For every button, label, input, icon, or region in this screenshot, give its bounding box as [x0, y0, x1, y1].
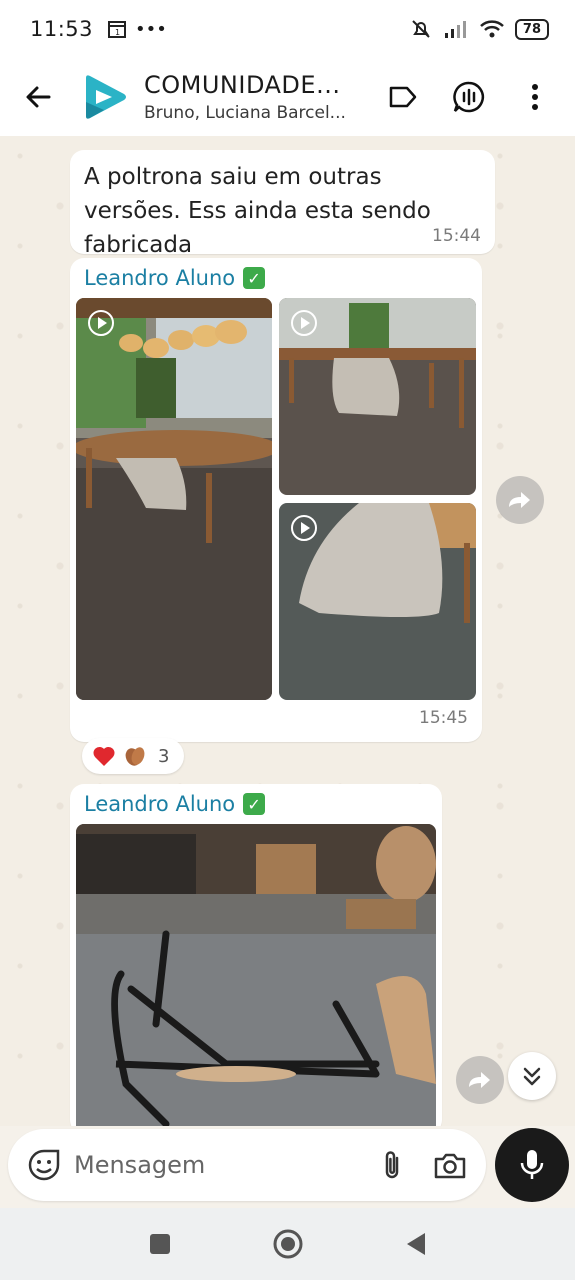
scroll-to-bottom-button[interactable] [508, 1052, 556, 1100]
message-text: A poltrona saiu em outras versões. Ess a… [84, 164, 431, 258]
video-play-icon [291, 515, 317, 541]
sticker-button[interactable] [22, 1143, 66, 1187]
microphone-icon [520, 1150, 544, 1179]
forward-button[interactable] [456, 1056, 504, 1104]
calendar-notification-icon: 1 [108, 21, 127, 38]
camera-button[interactable] [428, 1143, 472, 1187]
more-options-button[interactable] [513, 75, 557, 119]
arrow-left-icon [26, 86, 51, 108]
media-message[interactable]: Leandro Aluno ✓ [70, 784, 442, 1126]
paperclip-icon [385, 1151, 399, 1179]
label-tag-icon [389, 86, 417, 108]
check-mark-emoji-icon: ✓ [243, 267, 266, 289]
media-thumbnail[interactable] [76, 298, 272, 700]
signal-icon [444, 21, 466, 38]
voice-chat-button[interactable] [447, 75, 491, 119]
sticker-smiley-icon [28, 1149, 60, 1181]
play-logo-icon [86, 75, 126, 119]
attach-button[interactable] [370, 1143, 414, 1187]
message-input[interactable] [74, 1151, 344, 1179]
message-time: 15:44 [432, 226, 481, 246]
status-notification-icons: 1 ••• [107, 19, 167, 40]
chat-title: COMUNIDADE... [144, 71, 341, 99]
table-room-image [76, 298, 272, 700]
double-chevron-down-icon [523, 1067, 541, 1086]
svg-text:1: 1 [115, 28, 120, 37]
status-bar: 11:53 1 ••• 78 [0, 0, 575, 58]
voice-record-button[interactable] [495, 1128, 569, 1202]
heart-emoji-icon [93, 746, 115, 766]
clapping-hands-emoji-icon [125, 747, 145, 766]
status-time: 11:53 [30, 17, 94, 41]
sender-name: Leandro Aluno [84, 792, 236, 816]
label-button[interactable] [381, 75, 425, 119]
video-play-icon [88, 310, 114, 336]
message-bubble[interactable]: A poltrona saiu em outras versões. Ess a… [70, 150, 495, 258]
group-avatar[interactable] [78, 70, 132, 124]
system-navigation-bar [0, 1208, 575, 1280]
check-mark-emoji-icon: ✓ [243, 793, 266, 815]
media-thumbnail[interactable] [279, 298, 476, 495]
chat-header: COMUNIDADE... Bruno, Luciana Barcel... [0, 58, 575, 136]
system-back-button[interactable] [396, 1224, 436, 1264]
message-composer [8, 1129, 486, 1201]
forward-button[interactable] [496, 476, 544, 524]
forward-arrows-icon [469, 1072, 490, 1088]
video-play-icon [291, 310, 317, 336]
message-time: 15:45 [419, 708, 468, 728]
camera-icon [434, 1153, 466, 1179]
sender-name-row[interactable]: Leandro Aluno ✓ [84, 266, 266, 290]
triangle-back-icon [406, 1233, 425, 1255]
chat-info[interactable]: COMUNIDADE... Bruno, Luciana Barcel... [144, 71, 359, 123]
back-button[interactable] [18, 77, 58, 117]
reactions-badge[interactable]: 3 [82, 738, 184, 774]
sender-name: Leandro Aluno [84, 266, 236, 290]
reaction-count: 3 [158, 745, 170, 767]
sender-name-row[interactable]: Leandro Aluno ✓ [84, 792, 266, 816]
home-button[interactable] [268, 1224, 308, 1264]
recents-button[interactable] [140, 1224, 180, 1264]
media-thumbnail[interactable] [279, 503, 476, 700]
media-album-message[interactable]: Leandro Aluno ✓ 15:45 [70, 258, 482, 742]
chat-members: Bruno, Luciana Barcel... [144, 103, 346, 123]
forward-arrows-icon [509, 492, 530, 508]
workshop-chair-image [76, 824, 436, 1126]
circle-icon [273, 1229, 302, 1259]
message-list[interactable]: A poltrona saiu em outras versões. Ess a… [0, 136, 575, 1126]
kebab-menu-icon [532, 84, 538, 110]
media-thumbnail[interactable] [76, 824, 436, 1126]
voice-chat-icon [453, 81, 485, 113]
battery-indicator: 78 [514, 18, 549, 40]
more-notifications-icon: ••• [135, 18, 167, 40]
mute-bell-icon [412, 20, 430, 38]
square-icon [149, 1234, 170, 1254]
wifi-icon [480, 20, 504, 38]
